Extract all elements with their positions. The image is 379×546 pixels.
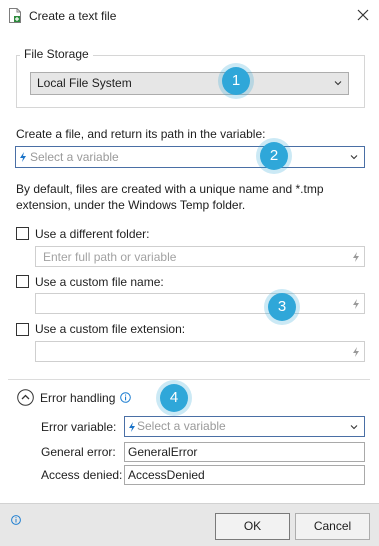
variable-label: Create a file, and return its path in th… (16, 127, 266, 141)
create-text-file-dialog: Create a text file File Storage Local Fi… (0, 0, 379, 546)
variable-bolt-icon (20, 152, 26, 162)
window-title: Create a text file (29, 9, 117, 23)
description-line-1: By default, files are created with a uni… (16, 182, 324, 196)
callout-badge-2: 2 (260, 142, 288, 170)
title-bar: Create a text file (0, 0, 379, 32)
file-name-input[interactable] (35, 293, 365, 314)
callout-badge-4: 4 (160, 384, 188, 412)
description-line-2: extension, under the Windows Temp folder… (16, 198, 246, 212)
variable-bolt-icon (129, 422, 135, 432)
custom-extension-checkbox[interactable] (16, 323, 29, 336)
error-handling-label[interactable]: Error handling (40, 391, 115, 405)
variable-bolt-icon[interactable] (353, 299, 359, 309)
ok-button[interactable]: OK (215, 513, 290, 540)
different-folder-checkbox[interactable] (16, 227, 29, 240)
variable-bolt-icon[interactable] (353, 252, 359, 262)
collapse-chevron-up-icon[interactable] (17, 389, 34, 406)
cancel-button[interactable]: Cancel (295, 513, 370, 540)
general-error-value: GeneralError (128, 445, 198, 459)
different-folder-label: Use a different folder: (35, 227, 150, 241)
general-error-label: General error: (41, 445, 116, 459)
access-denied-value: AccessDenied (128, 468, 205, 482)
folder-path-placeholder: Enter full path or variable (43, 250, 177, 264)
folder-path-input[interactable]: Enter full path or variable (35, 246, 365, 267)
custom-extension-label: Use a custom file extension: (35, 322, 186, 336)
close-icon[interactable] (356, 8, 370, 22)
error-variable-placeholder: Select a variable (137, 419, 226, 433)
dialog-footer: OK Cancel (0, 503, 379, 546)
general-error-input[interactable]: GeneralError (124, 442, 365, 462)
error-variable-label: Error variable: (41, 420, 117, 434)
info-icon[interactable] (11, 515, 21, 525)
section-divider (8, 379, 370, 380)
file-storage-legend: File Storage (20, 47, 93, 61)
new-file-icon (9, 8, 21, 23)
callout-badge-1: 1 (222, 67, 250, 95)
info-icon[interactable] (120, 392, 131, 403)
chevron-down-icon (350, 155, 358, 160)
output-variable-dropdown[interactable]: Select a variable (15, 146, 365, 168)
file-storage-value: Local File System (37, 76, 132, 90)
custom-file-name-checkbox[interactable] (16, 275, 29, 288)
chevron-down-icon (334, 81, 342, 86)
file-extension-input[interactable] (35, 341, 365, 362)
file-storage-dropdown[interactable]: Local File System (30, 72, 349, 95)
callout-badge-3: 3 (268, 293, 296, 321)
variable-bolt-icon[interactable] (353, 347, 359, 357)
access-denied-label: Access denied: (41, 468, 123, 482)
chevron-down-icon (350, 425, 358, 430)
output-variable-placeholder: Select a variable (30, 150, 119, 164)
custom-file-name-label: Use a custom file name: (35, 275, 164, 289)
access-denied-input[interactable]: AccessDenied (124, 465, 365, 485)
error-variable-dropdown[interactable]: Select a variable (124, 416, 365, 437)
